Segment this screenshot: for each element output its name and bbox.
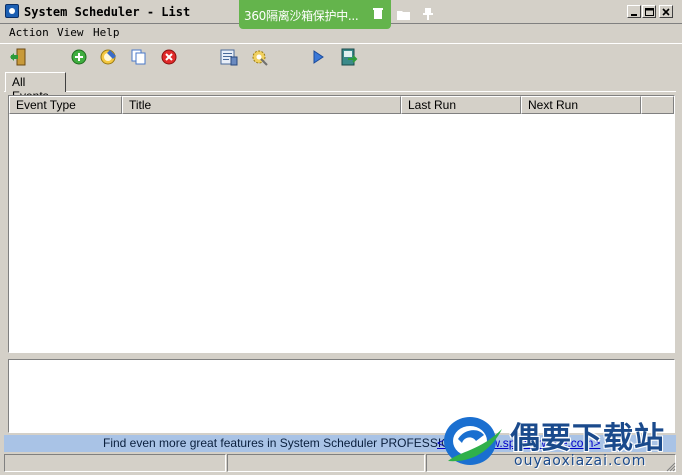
watermark-title: 偶要下载站 bbox=[510, 421, 665, 456]
add-icon bbox=[71, 49, 87, 65]
exit-button[interactable] bbox=[9, 48, 27, 66]
exit-icon bbox=[10, 48, 26, 66]
column-event-type[interactable]: Event Type bbox=[9, 96, 122, 114]
tab-strip bbox=[4, 91, 676, 92]
window-title: System Scheduler - List bbox=[24, 5, 191, 19]
settings-icon bbox=[252, 50, 268, 66]
status-pane-2 bbox=[227, 454, 425, 472]
view-log-button[interactable] bbox=[220, 48, 238, 66]
status-pane-1 bbox=[4, 454, 226, 472]
menu-view[interactable]: View bbox=[57, 26, 84, 39]
close-icon bbox=[662, 7, 670, 16]
run-icon bbox=[313, 50, 324, 64]
run-event-button[interactable] bbox=[309, 48, 327, 66]
column-next-run[interactable]: Next Run bbox=[521, 96, 641, 114]
watermark-logo-icon bbox=[444, 417, 502, 465]
maximize-icon bbox=[644, 7, 654, 16]
event-list[interactable]: Event Type Title Last Run Next Run bbox=[8, 95, 675, 353]
promo-text: Find even more great features in System … bbox=[103, 436, 478, 450]
menu-help[interactable]: Help bbox=[93, 26, 120, 39]
sandbox-pin-icon[interactable] bbox=[421, 7, 435, 21]
close-button[interactable] bbox=[659, 5, 673, 18]
export-icon bbox=[341, 48, 358, 66]
column-filler bbox=[641, 96, 674, 114]
edit-event-button[interactable] bbox=[100, 48, 118, 66]
add-event-button[interactable] bbox=[70, 48, 88, 66]
edit-icon bbox=[100, 49, 116, 65]
column-title[interactable]: Title bbox=[122, 96, 401, 114]
sandbox-label: 360隔离沙箱保护中... bbox=[244, 9, 359, 23]
toolbar bbox=[0, 43, 682, 69]
delete-icon bbox=[161, 49, 177, 65]
minimize-button[interactable] bbox=[627, 5, 641, 18]
sandbox-bin-icon[interactable] bbox=[371, 7, 385, 21]
column-last-run[interactable]: Last Run bbox=[401, 96, 521, 114]
settings-button[interactable] bbox=[250, 48, 268, 66]
menu-bar: Action View Help bbox=[0, 24, 682, 42]
site-watermark: 偶要下载站 ouyaoxiazai.com bbox=[440, 407, 676, 473]
copy-event-button[interactable] bbox=[130, 48, 148, 66]
copy-icon bbox=[131, 49, 146, 65]
maximize-button[interactable] bbox=[642, 5, 656, 18]
minimize-icon bbox=[631, 13, 637, 16]
delete-event-button[interactable] bbox=[160, 48, 178, 66]
log-icon bbox=[220, 49, 238, 66]
export-button[interactable] bbox=[340, 48, 358, 66]
tab-all-events[interactable]: All Events bbox=[5, 72, 66, 103]
sandbox-folder-icon[interactable] bbox=[396, 7, 410, 21]
watermark-url: ouyaoxiazai.com bbox=[514, 453, 647, 469]
menu-action[interactable]: Action bbox=[9, 26, 49, 39]
app-icon bbox=[5, 4, 19, 18]
